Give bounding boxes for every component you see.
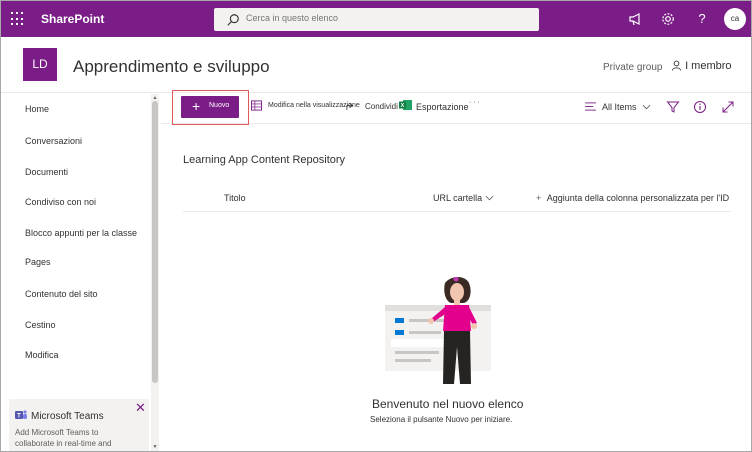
export-button[interactable]: Esportazione xyxy=(416,102,469,112)
app-name[interactable]: SharePoint xyxy=(41,12,104,26)
help-icon[interactable]: ? xyxy=(694,11,710,27)
group-privacy-label: Private group xyxy=(603,62,663,73)
expand-icon[interactable] xyxy=(721,100,735,114)
column-header-title[interactable]: Titolo xyxy=(224,193,246,203)
add-column-button[interactable]: + Aggiunta della colonna personalizzata … xyxy=(536,193,729,203)
user-avatar[interactable]: ca xyxy=(724,8,746,30)
empty-list-illustration xyxy=(385,277,491,384)
excel-icon[interactable]: X xyxy=(399,99,412,111)
chevron-down-icon xyxy=(642,104,651,110)
svg-text:X: X xyxy=(401,103,405,109)
list-title[interactable]: Learning App Content Repository xyxy=(183,154,345,166)
app-launcher-icon[interactable] xyxy=(11,12,25,26)
gear-icon[interactable] xyxy=(660,11,676,27)
search-input[interactable] xyxy=(246,13,526,23)
nav-scrollbar-thumb[interactable] xyxy=(152,101,158,383)
header-divider xyxy=(183,211,731,212)
more-icon[interactable]: · · · xyxy=(469,99,480,106)
megaphone-icon[interactable] xyxy=(628,11,644,27)
add-column-label: Aggiunta della colonna personalizzata pe… xyxy=(546,193,730,203)
teams-promo-title: Microsoft Teams xyxy=(31,411,104,422)
filter-icon[interactable] xyxy=(666,100,680,114)
members-label: I membro xyxy=(685,60,732,72)
search-icon xyxy=(227,14,239,26)
column-header-url[interactable]: URL cartella xyxy=(433,193,494,203)
share-button[interactable]: Condividi xyxy=(365,102,398,111)
view-selector-label: All Items xyxy=(602,102,637,112)
view-options-icon[interactable] xyxy=(585,102,596,111)
empty-state-title: Benvenuto nel nuovo elenco xyxy=(372,397,524,411)
nav-item-pages[interactable]: Pages xyxy=(25,257,51,267)
nav-item-home[interactable]: Home xyxy=(25,104,49,114)
share-icon[interactable] xyxy=(346,102,355,111)
search-box[interactable] xyxy=(214,8,539,31)
teams-promo-description: Add Microsoft Teams to collaborate in re… xyxy=(15,428,112,448)
site-title[interactable]: Apprendimento e sviluppo xyxy=(73,57,270,77)
nav-item-condiviso[interactable]: Condiviso con noi xyxy=(25,197,96,207)
empty-state-subtitle: Seleziona il pulsante Nuovo per iniziare… xyxy=(370,415,513,424)
nav-item-cestino[interactable]: Cestino xyxy=(25,320,56,330)
plus-icon: + xyxy=(536,193,542,203)
person-icon xyxy=(671,60,682,71)
view-selector[interactable]: All Items xyxy=(602,102,651,112)
nav-item-conversazioni[interactable]: Conversazioni xyxy=(25,136,82,146)
teams-icon: T xyxy=(15,410,27,420)
nav-item-modifica[interactable]: Modifica xyxy=(25,350,59,360)
info-icon[interactable] xyxy=(693,100,707,114)
sharepoint-window: SharePoint ? ca LD Apprendimento e svilu… xyxy=(0,0,752,452)
nav-item-blocco-appunti[interactable]: Blocco appunti per la classe xyxy=(25,228,137,238)
nav-item-documenti[interactable]: Documenti xyxy=(25,167,68,177)
site-logo[interactable]: LD xyxy=(23,48,57,81)
nav-item-contenuto[interactable]: Contenuto del sito xyxy=(25,289,98,299)
plus-icon: + xyxy=(192,98,201,114)
new-item-label: Nuovo xyxy=(209,102,230,109)
svg-text:T: T xyxy=(17,414,21,420)
grid-view-icon[interactable] xyxy=(251,100,262,111)
close-icon[interactable]: ✕ xyxy=(135,401,146,414)
suite-bar: SharePoint ? ca xyxy=(1,1,751,37)
members-button[interactable]: I membro xyxy=(671,60,732,72)
new-item-button[interactable]: + Nuovo xyxy=(181,96,239,118)
chevron-down-icon xyxy=(485,195,494,201)
scroll-down-icon[interactable]: ▼ xyxy=(152,444,158,450)
column-header-url-label: URL cartella xyxy=(433,193,483,203)
